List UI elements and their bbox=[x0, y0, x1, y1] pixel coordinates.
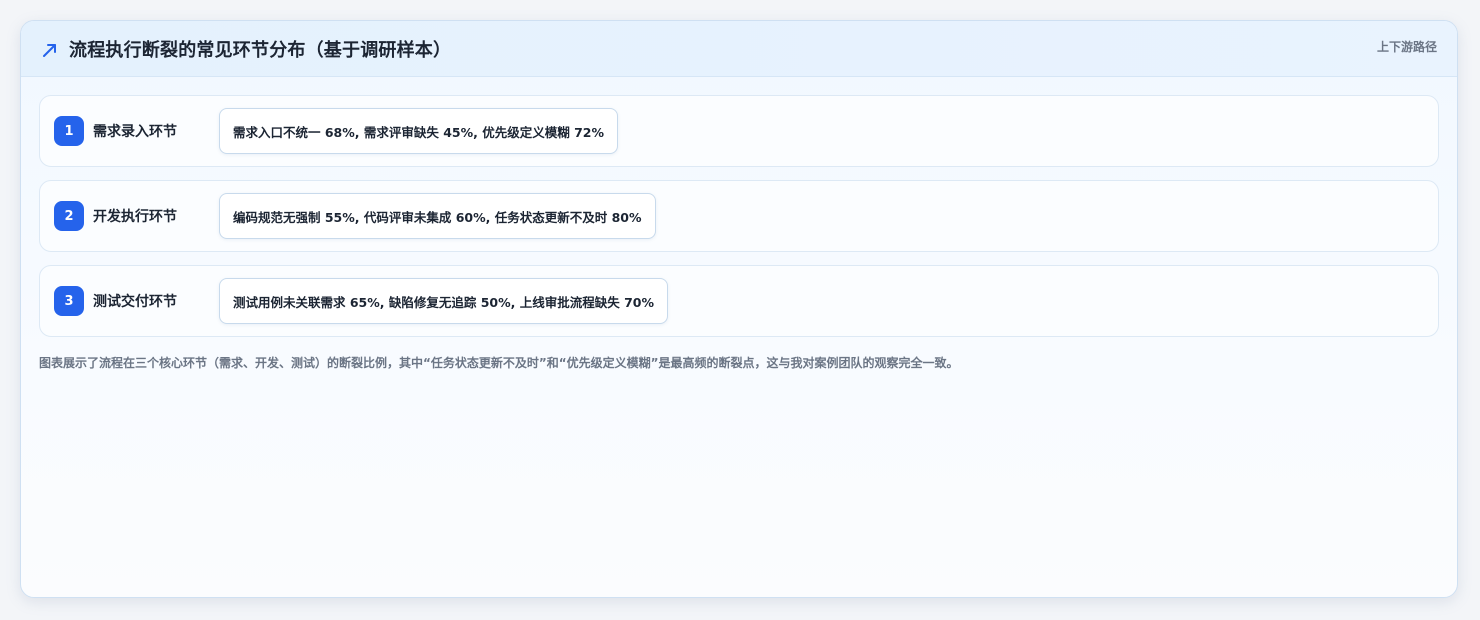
step-row-requirements: 1 需求录入环节 需求入口不统一 68%, 需求评审缺失 45%, 优先级定义模… bbox=[39, 95, 1439, 167]
step-label: 测试交付环节 bbox=[93, 294, 177, 310]
step-number-badge: 1 bbox=[54, 116, 84, 146]
card-header: 流程执行断裂的常见环节分布（基于调研样本） 上下游路径 bbox=[21, 21, 1457, 77]
trend-up-arrow-icon bbox=[43, 43, 56, 57]
step-detail-box: 编码规范无强制 55%, 代码评审未集成 60%, 任务状态更新不及时 80% bbox=[219, 193, 656, 239]
step-detail-box: 测试用例未关联需求 65%, 缺陷修复无追踪 50%, 上线审批流程缺失 70% bbox=[219, 278, 669, 324]
diagram-caption: 图表展示了流程在三个核心环节（需求、开发、测试）的断裂比例，其中“任务状态更新不… bbox=[39, 356, 959, 370]
step-row-testing: 3 测试交付环节 测试用例未关联需求 65%, 缺陷修复无追踪 50%, 上线审… bbox=[39, 265, 1439, 337]
step-label: 需求录入环节 bbox=[93, 124, 177, 140]
step-number-badge: 2 bbox=[54, 201, 84, 231]
card-title: 流程执行断裂的常见环节分布（基于调研样本） bbox=[69, 39, 452, 61]
step-row-development: 2 开发执行环节 编码规范无强制 55%, 代码评审未集成 60%, 任务状态更… bbox=[39, 180, 1439, 252]
step-number-badge: 3 bbox=[54, 286, 84, 316]
path-tag: 上下游路径 bbox=[1376, 40, 1437, 54]
step-list: 1 需求录入环节 需求入口不统一 68%, 需求评审缺失 45%, 优先级定义模… bbox=[21, 77, 1457, 337]
diagram-card: 流程执行断裂的常见环节分布（基于调研样本） 上下游路径 1 需求录入环节 需求入… bbox=[20, 20, 1458, 598]
step-detail-box: 需求入口不统一 68%, 需求评审缺失 45%, 优先级定义模糊 72% bbox=[219, 108, 619, 154]
step-label: 开发执行环节 bbox=[93, 209, 177, 225]
